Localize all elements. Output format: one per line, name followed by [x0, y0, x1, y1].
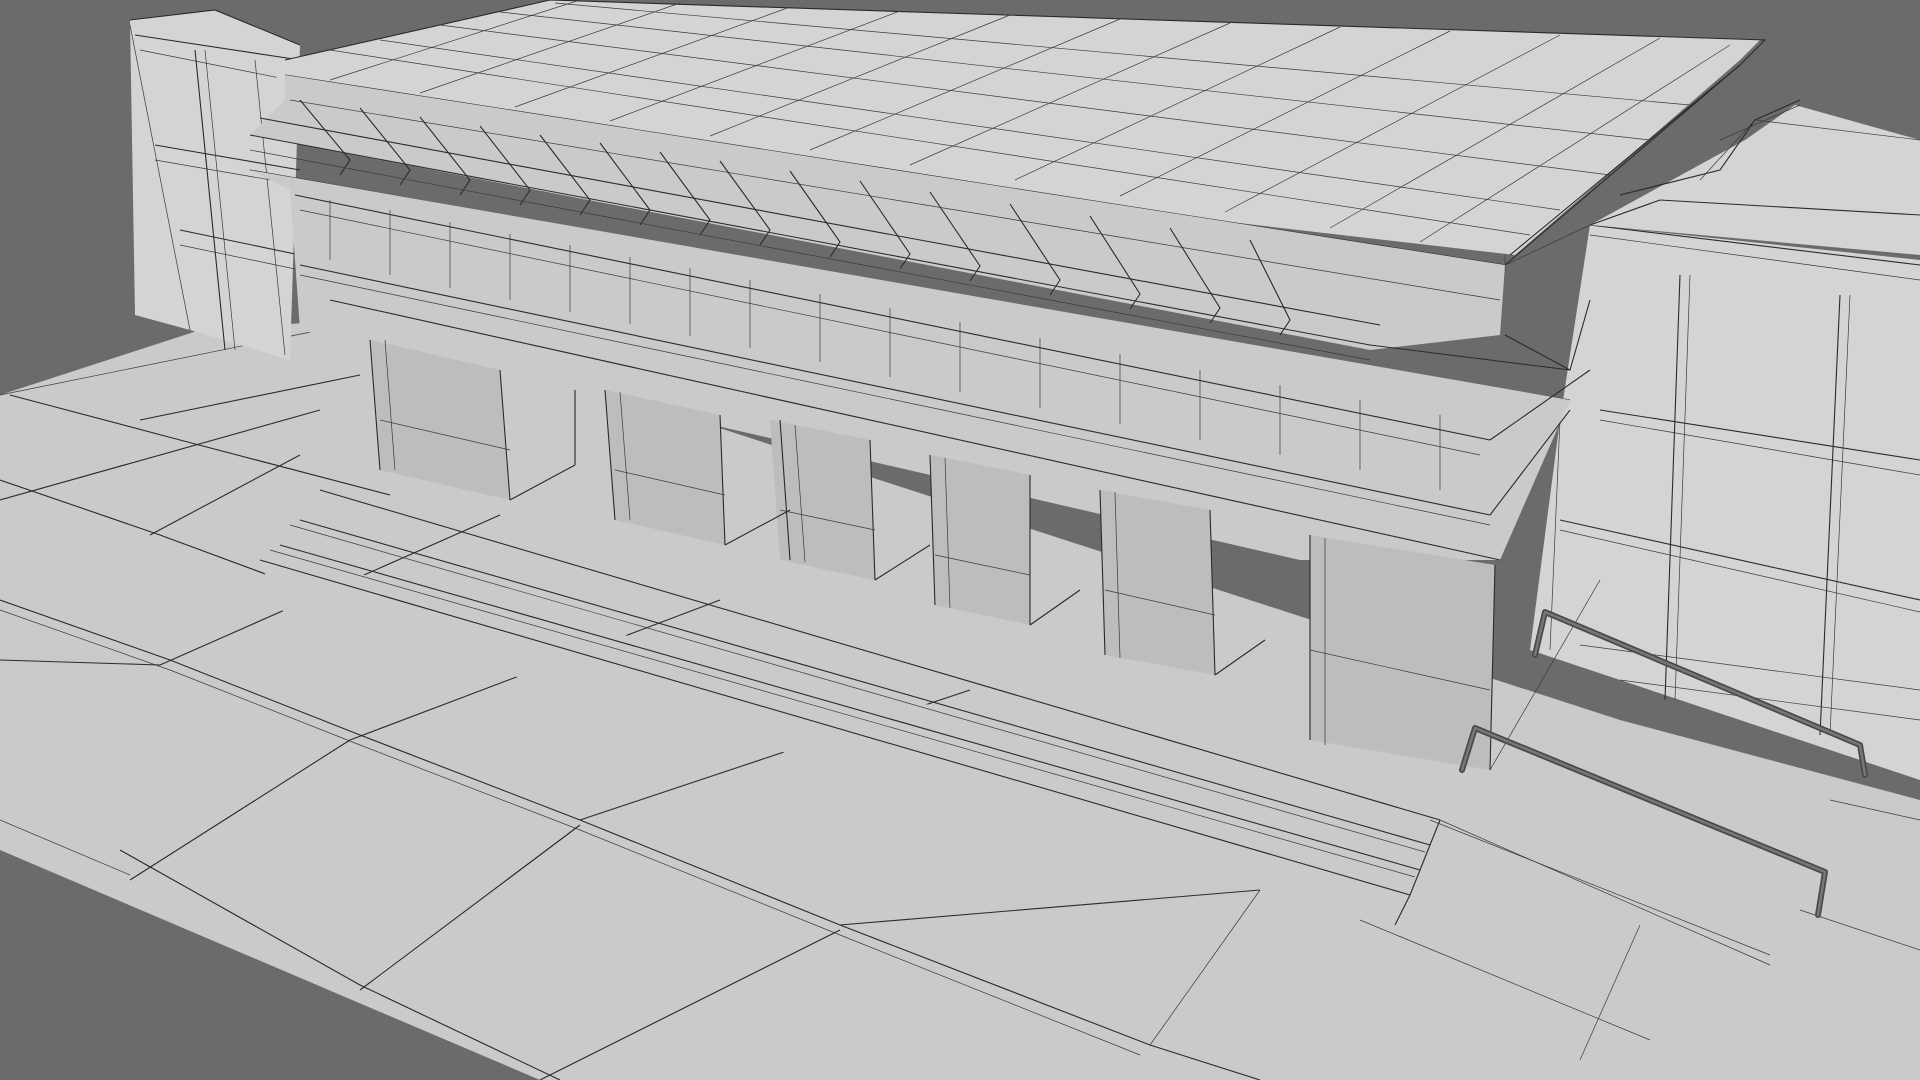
wireframe-scene[interactable]: [0, 0, 1920, 1080]
right-annex: [1530, 99, 1920, 780]
left-wing: [129, 9, 301, 360]
3d-viewport[interactable]: [0, 0, 1920, 1080]
